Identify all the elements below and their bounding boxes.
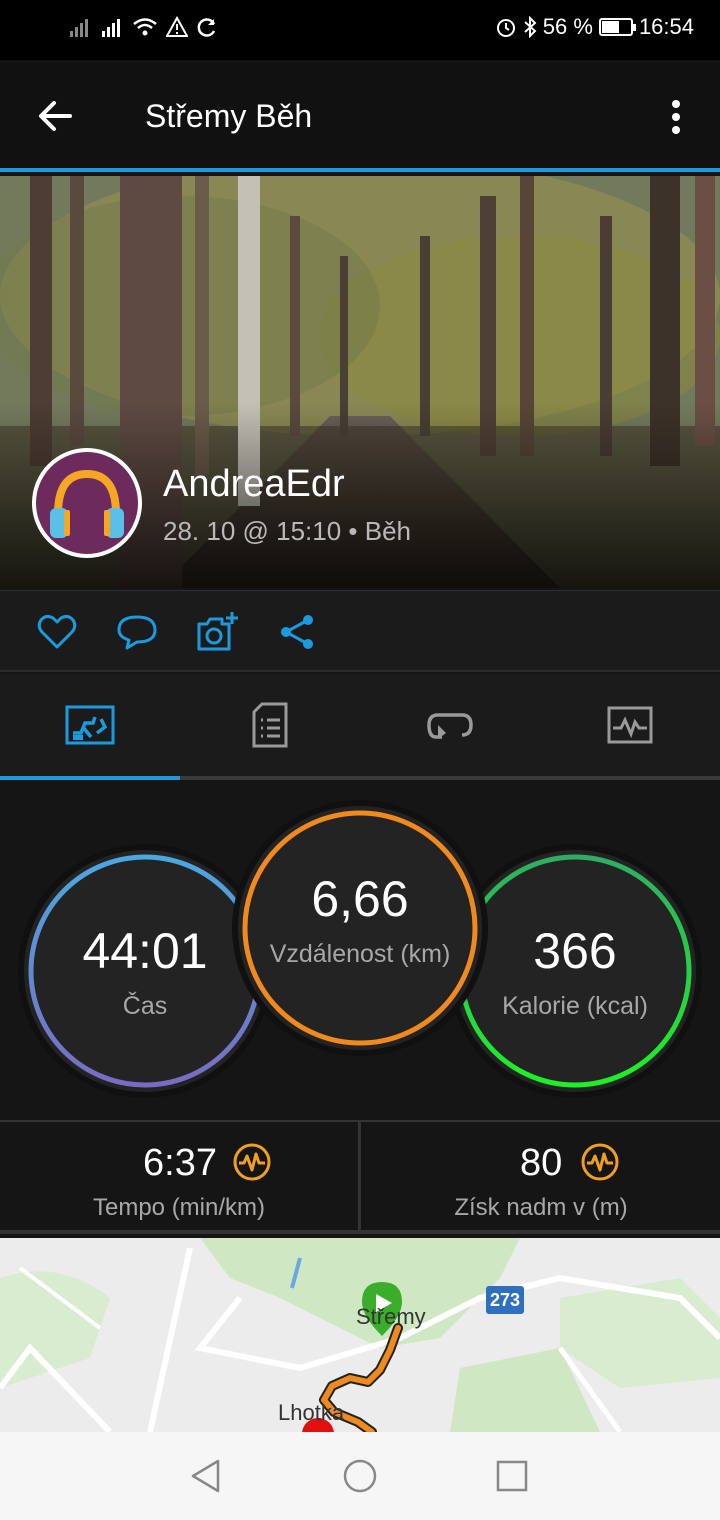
battery-icon bbox=[598, 18, 636, 36]
pace-metric[interactable]: 6:37 Tempo (min/km) bbox=[0, 1122, 358, 1232]
distance-stat[interactable]: 6,66 Vzdálenost (km) bbox=[238, 806, 482, 1050]
elevation-label: Získ nadm v (m) bbox=[454, 1194, 628, 1221]
elevation-metric[interactable]: 80 Získ nadm v (m) bbox=[362, 1122, 720, 1232]
pulse-icon bbox=[581, 1143, 619, 1181]
comment-icon[interactable] bbox=[116, 611, 158, 653]
activity-tabs bbox=[0, 674, 720, 780]
secondary-metrics: 6:37 Tempo (min/km) 80 Získ nadm v (m) bbox=[0, 1120, 720, 1234]
app-bar: Střemy Běh bbox=[0, 60, 720, 172]
username[interactable]: AndreaEdr bbox=[163, 463, 345, 506]
status-icons-left bbox=[68, 16, 218, 38]
charts-icon bbox=[607, 706, 653, 744]
battery-level bbox=[601, 21, 619, 33]
signal-icon bbox=[70, 19, 88, 37]
signal-icon bbox=[102, 19, 120, 37]
tab-laps[interactable] bbox=[360, 674, 540, 776]
battery-percent: 56 % bbox=[542, 14, 593, 39]
sync-icon bbox=[197, 18, 216, 37]
laps-icon bbox=[427, 713, 473, 739]
add-photo-icon[interactable] bbox=[196, 611, 238, 653]
share-icon[interactable] bbox=[276, 611, 318, 653]
map-canvas bbox=[0, 1238, 720, 1432]
back-arrow-icon[interactable] bbox=[36, 96, 76, 136]
more-options-icon[interactable] bbox=[664, 98, 688, 136]
summary-stats: 44:01 Čas 366 Kalorie (kcal) 6,66 Vzdále… bbox=[0, 784, 720, 1120]
page-title: Střemy Běh bbox=[145, 98, 313, 134]
pulse-icon bbox=[233, 1143, 271, 1181]
nav-back-icon[interactable] bbox=[186, 1456, 226, 1496]
activity-cover-photo: AndreaEdr 28. 10 @ 15:10 • Běh bbox=[0, 176, 720, 588]
details-icon bbox=[252, 702, 288, 748]
calories-stat[interactable]: 366 Kalorie (kcal) bbox=[454, 850, 696, 1092]
route-map[interactable]: Střemy Lhotka 273 bbox=[0, 1238, 720, 1432]
active-tab-indicator bbox=[0, 776, 180, 780]
time-ring bbox=[28, 854, 262, 1088]
status-bar: 56 % 16:54 bbox=[0, 0, 720, 60]
pace-label: Tempo (min/km) bbox=[92, 1194, 266, 1221]
metrics-divider bbox=[358, 1122, 361, 1232]
map-label-town: Střemy bbox=[356, 1304, 426, 1329]
warning-icon bbox=[166, 16, 188, 37]
overview-icon bbox=[65, 705, 115, 745]
tab-charts[interactable] bbox=[540, 674, 720, 776]
calories-ring bbox=[458, 854, 692, 1088]
pace-value: 6:37 bbox=[143, 1142, 217, 1184]
road-number-badge: 273 bbox=[486, 1286, 524, 1314]
system-nav-bar bbox=[0, 1432, 720, 1520]
clock: 16:54 bbox=[638, 14, 694, 39]
nav-recents-icon[interactable] bbox=[492, 1456, 532, 1496]
tab-overview[interactable] bbox=[0, 674, 180, 776]
action-bar bbox=[0, 590, 720, 672]
map-label-town: Lhotka bbox=[278, 1400, 345, 1425]
tab-details[interactable] bbox=[180, 674, 360, 776]
like-icon[interactable] bbox=[36, 611, 78, 653]
bluetooth-icon bbox=[524, 16, 537, 38]
status-icons-right: 56 % 16:54 bbox=[495, 14, 694, 40]
avatar[interactable] bbox=[32, 448, 142, 558]
distance-ring bbox=[242, 810, 478, 1046]
elevation-value: 80 bbox=[520, 1142, 563, 1184]
headphones-icon bbox=[50, 469, 124, 538]
wifi-icon bbox=[133, 18, 157, 36]
alarm-icon bbox=[496, 19, 515, 37]
activity-date-type: 28. 10 @ 15:10 • Běh bbox=[163, 516, 412, 546]
nav-home-icon[interactable] bbox=[340, 1456, 380, 1496]
time-stat[interactable]: 44:01 Čas bbox=[24, 850, 266, 1092]
